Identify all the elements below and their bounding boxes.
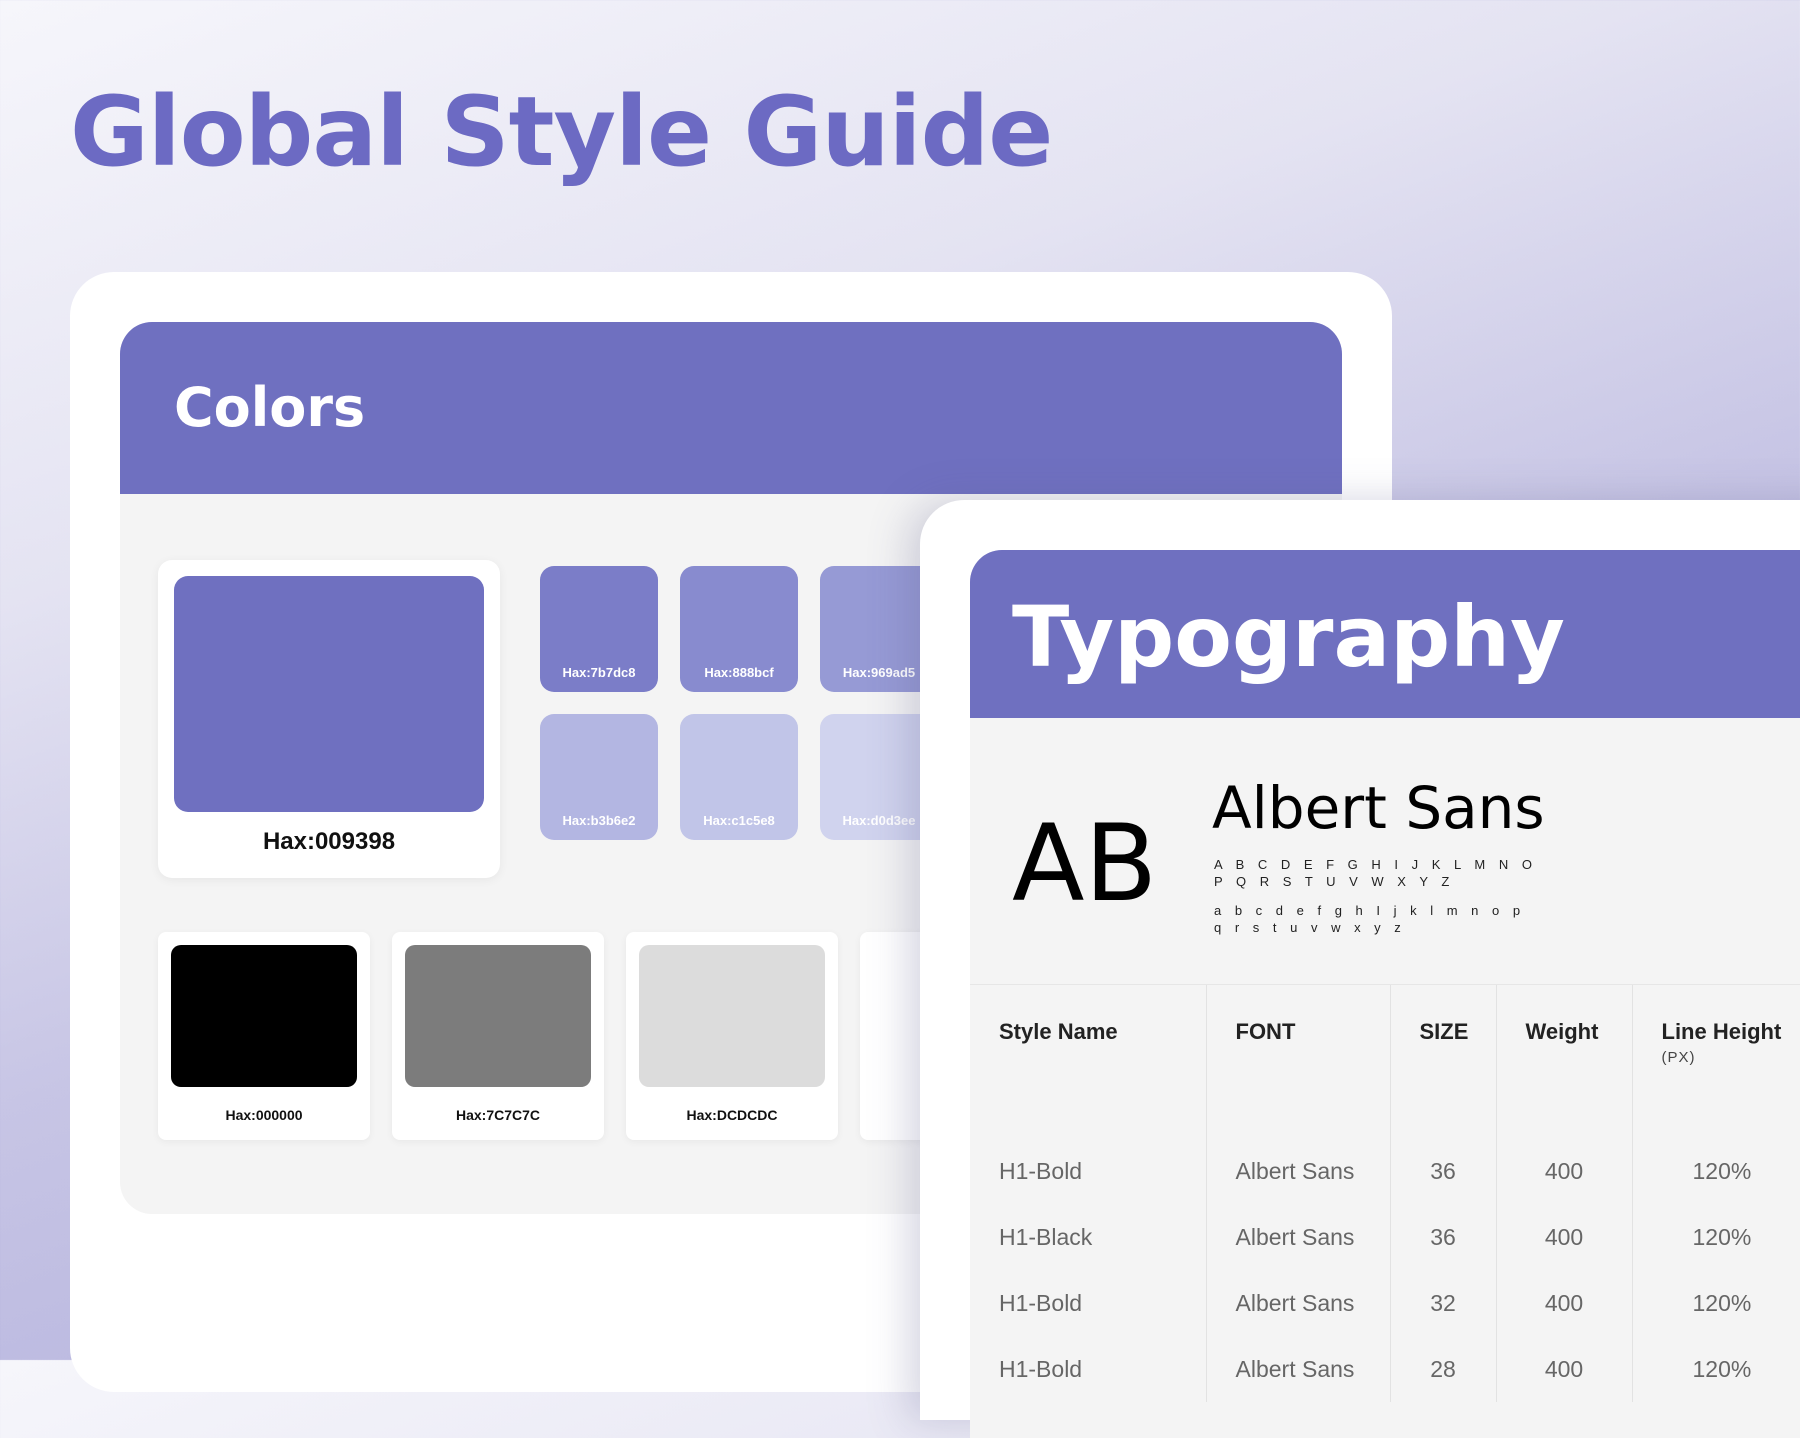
cell-size: 32 [1390,1270,1496,1336]
cell-weight: 400 [1496,1125,1632,1204]
table-header-row: Style Name FONT SIZE Weight Line Height (… [970,985,1800,1126]
cell-font: Albert Sans [1206,1125,1390,1204]
tint-swatch[interactable]: Hax:c1c5e8 [680,714,798,840]
lowercase-alphabet: a b c d e f g h I j k l m n o p q r s t … [1214,902,1544,936]
header-size: SIZE [1390,985,1496,1126]
header-line-height-unit: (PX) [1662,1049,1800,1066]
neutral-color-swatch [639,945,825,1087]
colors-title: Colors [174,376,365,439]
cell-font: Albert Sans [1206,1204,1390,1270]
cell-style-name: H1-Bold [970,1270,1206,1336]
cell-font: Albert Sans [1206,1270,1390,1336]
typography-body: AB Albert Sans A B C D E F G H I J K L M… [970,718,1800,1438]
cell-weight: 400 [1496,1270,1632,1336]
type-style-table: Style Name FONT SIZE Weight Line Height (… [970,984,1800,1402]
table-row[interactable]: H1-Bold Albert Sans 36 400 120% [970,1125,1800,1204]
primary-color-swatch [174,576,484,812]
header-weight: Weight [1496,985,1632,1126]
tint-label: Hax:b3b6e2 [540,813,658,828]
cell-weight: 400 [1496,1336,1632,1402]
header-line-height-label: Line Height [1662,1019,1782,1044]
cell-size: 28 [1390,1336,1496,1402]
table-row[interactable]: H1-Bold Albert Sans 28 400 120% [970,1336,1800,1402]
tint-label: Hax:7b7dc8 [540,665,658,680]
tint-swatch[interactable]: Hax:888bcf [680,566,798,692]
cell-size: 36 [1390,1204,1496,1270]
neutral-color-label: Hax:DCDCDC [626,1107,838,1123]
cell-weight: 400 [1496,1204,1632,1270]
primary-color-tile[interactable]: Hax:009398 [158,560,500,878]
neutral-color-label: Hax:000000 [158,1107,370,1123]
tint-label: Hax:888bcf [680,665,798,680]
cell-line-height: 120% [1632,1336,1800,1402]
tint-swatch[interactable]: Hax:b3b6e2 [540,714,658,840]
neutral-color-swatch [405,945,591,1087]
neutral-color-tile[interactable]: Hax:7C7C7C [392,932,604,1140]
typography-card: Typography AB Albert Sans A B C D E F G … [920,500,1800,1420]
page-title: Global Style Guide [70,76,1052,188]
cell-style-name: H1-Bold [970,1125,1206,1204]
neutral-color-swatch [171,945,357,1087]
cell-style-name: H1-Bold [970,1336,1206,1402]
cell-style-name: H1-Black [970,1204,1206,1270]
tint-label: Hax:c1c5e8 [680,813,798,828]
cell-line-height: 120% [1632,1270,1800,1336]
primary-color-label: Hax:009398 [158,828,500,856]
cell-font: Albert Sans [1206,1336,1390,1402]
header-style-name: Style Name [970,985,1206,1126]
cell-size: 36 [1390,1125,1496,1204]
colors-header: Colors [120,322,1342,494]
uppercase-alphabet: A B C D E F G H I J K L M N O P Q R S T … [1214,856,1544,890]
font-name: Albert Sans [1212,774,1545,842]
cell-line-height: 120% [1632,1204,1800,1270]
cell-line-height: 120% [1632,1125,1800,1204]
neutral-color-label: Hax:7C7C7C [392,1107,604,1123]
header-line-height: Line Height (PX) [1632,985,1800,1126]
typography-header: Typography [970,550,1800,718]
font-specimen: AB [1012,802,1157,925]
neutral-color-tile[interactable]: Hax:DCDCDC [626,932,838,1140]
header-font: FONT [1206,985,1390,1126]
table-row[interactable]: H1-Bold Albert Sans 32 400 120% [970,1270,1800,1336]
typography-title: Typography [1012,588,1565,686]
neutral-color-tile[interactable]: Hax:000000 [158,932,370,1140]
table-row[interactable]: H1-Black Albert Sans 36 400 120% [970,1204,1800,1270]
tint-swatch[interactable]: Hax:7b7dc8 [540,566,658,692]
